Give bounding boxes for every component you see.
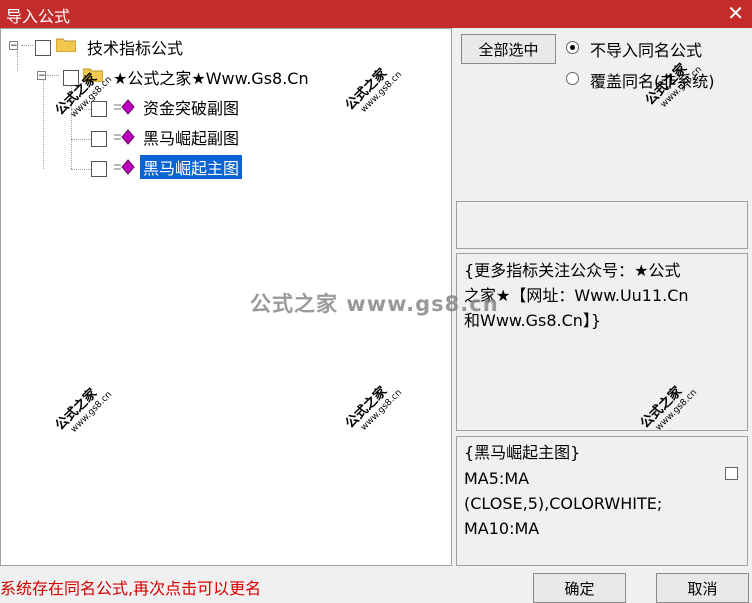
- cancel-button[interactable]: 取消: [656, 573, 749, 603]
- formula-code-panel[interactable]: {黑马崛起主图} MA5:MA (CLOSE,5),COLORWHITE; MA…: [456, 436, 748, 566]
- window-title: 导入公式: [6, 7, 71, 26]
- description-line: {更多指标关注公众号：★公式: [464, 261, 681, 280]
- tree-item-label-selected[interactable]: 黑马崛起主图: [140, 155, 243, 179]
- description-panel: {更多指标关注公众号：★公式 之家★【网址：Www.Uu11.Cn 和Www.G…: [456, 253, 748, 431]
- tree-connector: [71, 169, 91, 170]
- radio-skip-duplicates[interactable]: [566, 41, 579, 54]
- select-all-button[interactable]: 全部选中: [461, 34, 556, 64]
- title-bar: 导入公式 ✕: [0, 0, 752, 28]
- ok-button[interactable]: 确定: [533, 573, 626, 603]
- tree-item-label[interactable]: 资金突破副图: [143, 95, 239, 119]
- tree-root-label[interactable]: 技术指标公式: [87, 35, 183, 59]
- tree-checkbox-root[interactable]: [35, 40, 51, 56]
- tree-checkbox-item[interactable]: [91, 161, 107, 177]
- tree-expand-toggle[interactable]: −: [37, 71, 46, 81]
- tree-expand-toggle[interactable]: −: [9, 41, 18, 51]
- formula-gem-icon: [114, 129, 135, 145]
- code-line: MA5:MA: [464, 469, 530, 488]
- folder-icon: [56, 38, 76, 52]
- formula-gem-icon: [114, 159, 135, 175]
- radio-overwrite-duplicates[interactable]: [566, 72, 579, 85]
- status-message: 系统存在同名公式,再次点击可以更名: [0, 579, 262, 598]
- tree-connector: [47, 75, 59, 76]
- code-line: (CLOSE,5),COLORWHITE;: [464, 494, 663, 513]
- tree-group-label[interactable]: ★公式之家★Www.Gs8.Cn: [113, 65, 309, 89]
- close-icon[interactable]: ✕: [727, 0, 744, 26]
- tree-connector: [17, 51, 18, 71]
- tree-checkbox-item[interactable]: [91, 101, 107, 117]
- code-panel-checkbox[interactable]: [725, 467, 738, 480]
- code-line: MA10:MA: [464, 519, 540, 538]
- tree-item-label[interactable]: 黑马崛起副图: [143, 125, 239, 149]
- tree-connector: [21, 45, 33, 46]
- info-box-empty: [456, 201, 748, 249]
- code-line: {黑马崛起主图}: [464, 443, 581, 462]
- tree-checkbox-item[interactable]: [91, 131, 107, 147]
- watermark-center: 公式之家 www.gs8.cn: [250, 292, 499, 316]
- tree-connector: [43, 77, 44, 169]
- tree-connector: [71, 139, 91, 140]
- formula-gem-icon: [114, 99, 135, 115]
